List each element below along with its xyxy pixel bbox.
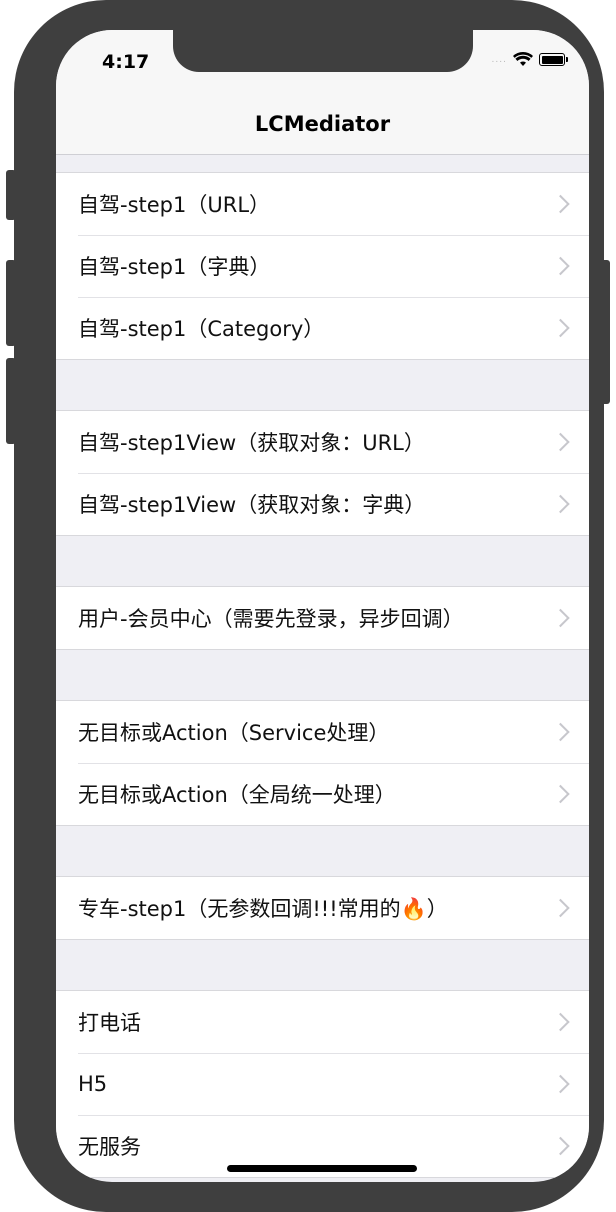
- table-row[interactable]: H5: [56, 1053, 589, 1115]
- notch: [173, 30, 473, 72]
- row-label: 无目标或Action（全局统一处理）: [78, 783, 396, 807]
- phone-frame: 4:17 .... LCMediator 自驾-step1（URL） 自驾-st…: [14, 0, 604, 1212]
- row-label: 打电话: [78, 1011, 141, 1035]
- home-indicator[interactable]: [227, 1165, 417, 1172]
- chevron-right-icon: [551, 722, 570, 742]
- status-right: ....: [491, 52, 568, 67]
- chevron-right-icon: [551, 494, 570, 514]
- table-row[interactable]: 自驾-step1（URL）: [56, 173, 589, 235]
- row-label: 自驾-step1View（获取对象：字典）: [78, 493, 426, 517]
- table-row[interactable]: 无目标或Action（Service处理）: [56, 701, 589, 763]
- nav-title: LCMediator: [254, 112, 391, 136]
- row-label: 专车-step1（无参数回调!!!常用的🔥）: [78, 897, 448, 921]
- row-label: 自驾-step1（字典）: [78, 255, 271, 279]
- chevron-right-icon: [551, 784, 570, 804]
- status-time: 4:17: [102, 51, 150, 73]
- table-section: 用户-会员中心（需要先登录，异步回调）: [56, 586, 589, 650]
- table-section: 自驾-step1（URL） 自驾-step1（字典） 自驾-step1（Cate…: [56, 172, 589, 360]
- table-row[interactable]: 用户-会员中心（需要先登录，异步回调）: [56, 587, 589, 649]
- signal-icon: ....: [491, 54, 507, 65]
- chevron-right-icon: [551, 898, 570, 918]
- table-section: 无目标或Action（Service处理） 无目标或Action（全局统一处理）: [56, 700, 589, 826]
- table-row[interactable]: 无目标或Action（全局统一处理）: [56, 763, 589, 825]
- table-view[interactable]: 自驾-step1（URL） 自驾-step1（字典） 自驾-step1（Cate…: [56, 172, 589, 1182]
- table-row[interactable]: 打电话: [56, 991, 589, 1053]
- screen: 4:17 .... LCMediator 自驾-step1（URL） 自驾-st…: [56, 30, 589, 1182]
- chevron-right-icon: [551, 1136, 570, 1156]
- chevron-right-icon: [551, 256, 570, 276]
- row-label: H5: [78, 1072, 108, 1096]
- table-row[interactable]: 专车-step1（无参数回调!!!常用的🔥）: [56, 877, 589, 939]
- chevron-right-icon: [551, 318, 570, 338]
- table-section: 专车-step1（无参数回调!!!常用的🔥）: [56, 876, 589, 940]
- chevron-right-icon: [551, 1012, 570, 1032]
- battery-icon: [539, 53, 568, 66]
- table-section: 打电话 H5 无服务: [56, 990, 589, 1178]
- table-row[interactable]: 自驾-step1View（获取对象：URL）: [56, 411, 589, 473]
- row-label: 无服务: [78, 1135, 141, 1159]
- chevron-right-icon: [551, 1074, 570, 1094]
- table-row[interactable]: 自驾-step1（字典）: [56, 235, 589, 297]
- row-label: 无目标或Action（Service处理）: [78, 721, 390, 745]
- row-label: 用户-会员中心（需要先登录，异步回调）: [78, 607, 464, 631]
- table-section: 自驾-step1View（获取对象：URL） 自驾-step1View（获取对象…: [56, 410, 589, 536]
- table-row[interactable]: 自驾-step1（Category）: [56, 297, 589, 359]
- row-label: 自驾-step1View（获取对象：URL）: [78, 431, 425, 455]
- chevron-right-icon: [551, 194, 570, 214]
- chevron-right-icon: [551, 432, 570, 452]
- row-label: 自驾-step1（Category）: [78, 317, 325, 341]
- row-label: 自驾-step1（URL）: [78, 193, 271, 217]
- navigation-bar: LCMediator: [56, 96, 589, 155]
- wifi-icon: [513, 52, 533, 66]
- table-row[interactable]: 自驾-step1View（获取对象：字典）: [56, 473, 589, 535]
- chevron-right-icon: [551, 608, 570, 628]
